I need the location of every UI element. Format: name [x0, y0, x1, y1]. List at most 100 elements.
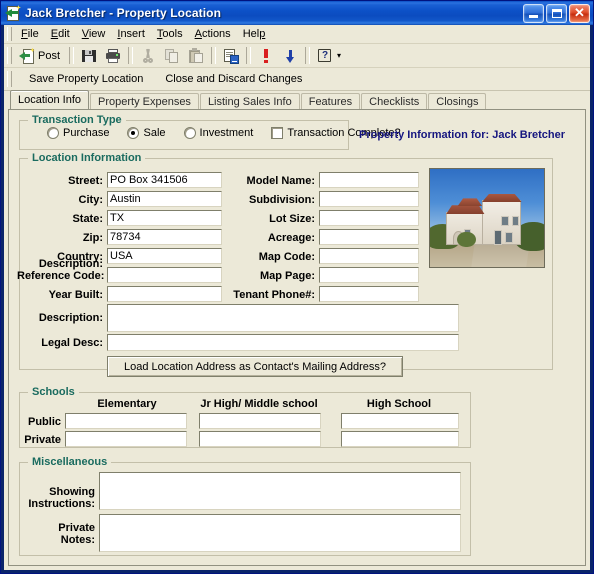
map-page-label: Map Page: [259, 270, 315, 282]
radio-sale[interactable] [127, 127, 140, 139]
public-jr-high-input[interactable] [199, 413, 321, 429]
subdivision-input[interactable] [319, 191, 419, 207]
radio-investment[interactable] [183, 127, 196, 139]
photo-window-3 [505, 231, 514, 244]
reference-code-input[interactable] [107, 267, 222, 283]
down-arrow-icon [282, 48, 298, 64]
save-floppy-icon [81, 48, 97, 64]
radio-sale-label[interactable]: Sale [143, 127, 165, 139]
checkbox-transaction-complete[interactable] [271, 127, 284, 139]
model-name-input[interactable] [319, 172, 419, 188]
photo-door [493, 229, 502, 246]
priority-button[interactable] [254, 44, 278, 67]
tab-location-info[interactable]: Location Info [10, 90, 89, 109]
photo-window-1 [500, 216, 509, 226]
transaction-type-title: Transaction Type [28, 114, 126, 126]
subdivision-label: Subdivision: [249, 194, 315, 206]
menu-actions[interactable]: Actions [189, 26, 237, 42]
help-button[interactable]: ? ▾ [313, 44, 345, 67]
toolbar-grip[interactable] [7, 47, 12, 64]
post-document-icon [5, 5, 21, 21]
copy-button[interactable] [160, 44, 184, 67]
save-button[interactable] [77, 44, 101, 67]
state-input[interactable]: TX [107, 210, 222, 226]
save-property-location-button[interactable]: Save Property Location [18, 69, 154, 89]
window-title: Jack Bretcher - Property Location [25, 6, 222, 20]
tab-property-expenses[interactable]: Property Expenses [90, 93, 199, 110]
cut-button[interactable] [136, 44, 160, 67]
private-jr-high-input[interactable] [199, 431, 321, 447]
copy-icon [164, 48, 180, 64]
street-input[interactable]: PO Box 341506 [107, 172, 222, 188]
radio-purchase[interactable] [47, 127, 59, 139]
tab-features[interactable]: Features [300, 93, 361, 110]
schools-column-elementary: Elementary [97, 398, 157, 410]
city-input[interactable]: Austin [107, 191, 222, 207]
application-window: Jack Bretcher - Property Location ✕ File… [0, 0, 594, 574]
street-label: Street: [68, 175, 103, 187]
lot-size-input[interactable] [319, 210, 419, 226]
chevron-down-icon[interactable]: ▾ [337, 51, 341, 60]
close-and-discard-button[interactable]: Close and Discard Changes [154, 69, 313, 89]
caption-buttons: ✕ [523, 3, 590, 23]
map-code-input[interactable] [319, 248, 419, 264]
menu-help[interactable]: Help [237, 26, 272, 42]
maximize-button[interactable] [546, 3, 567, 23]
menu-view[interactable]: View [76, 26, 112, 42]
city-label: City: [78, 194, 103, 206]
model-name-label: Model Name: [246, 175, 315, 187]
tab-listing-sales-info[interactable]: Listing Sales Info [199, 93, 300, 110]
paste-icon [188, 47, 204, 64]
showing-instructions-label-line1: Showing [49, 486, 95, 498]
private-notes-input[interactable] [99, 514, 461, 552]
legal-desc-input[interactable] [107, 334, 459, 351]
public-elementary-input[interactable] [65, 413, 187, 429]
private-elementary-input[interactable] [65, 431, 187, 447]
private-high-school-input[interactable] [341, 431, 459, 447]
zip-input[interactable]: 78734 [107, 229, 222, 245]
schools-row-public-label: Public [27, 416, 61, 428]
tenant-phone-input[interactable] [319, 286, 419, 302]
radio-purchase-label[interactable]: Purchase [63, 127, 109, 139]
title-bar[interactable]: Jack Bretcher - Property Location ✕ [1, 1, 593, 25]
menu-tools[interactable]: Tools [151, 26, 189, 42]
move-down-button[interactable] [278, 44, 302, 67]
menu-bar: File Edit View Insert Tools Actions Help [4, 25, 590, 44]
schools-column-high-school: High School [366, 398, 432, 410]
menu-file[interactable]: File [15, 26, 45, 42]
tab-checklists[interactable]: Checklists [361, 93, 428, 110]
zip-label: Zip: [82, 232, 103, 244]
reference-code-label: Reference Code: [17, 270, 105, 282]
description-label-2: Description: [38, 312, 103, 324]
toolbar-separator [211, 47, 217, 64]
map-page-input[interactable] [319, 267, 419, 283]
toolbar-separator [69, 47, 75, 64]
load-location-address-button[interactable]: Load Location Address as Contact's Maili… [107, 356, 403, 377]
description-input[interactable] [107, 304, 459, 332]
print-button[interactable] [101, 44, 125, 67]
acreage-input[interactable] [319, 229, 419, 245]
action-bar: Save Property Location Close and Discard… [4, 68, 590, 91]
tab-closings[interactable]: Closings [428, 93, 487, 110]
location-information-title: Location Information [28, 152, 146, 164]
photo-window-2 [512, 216, 519, 226]
close-button[interactable]: ✕ [569, 3, 590, 23]
toolbar-separator [305, 47, 311, 64]
radio-investment-label[interactable]: Investment [200, 127, 254, 139]
toolbar-separator [246, 47, 252, 64]
menu-edit[interactable]: Edit [45, 26, 76, 42]
menu-insert[interactable]: Insert [111, 26, 151, 42]
action-bar-grip[interactable] [7, 71, 12, 87]
scissors-icon [140, 48, 156, 64]
post-button[interactable]: Post [15, 44, 66, 67]
state-label: State: [72, 213, 103, 225]
minimize-button[interactable] [523, 3, 544, 23]
country-input[interactable]: USA [107, 248, 222, 264]
year-built-input[interactable] [107, 286, 222, 302]
showing-instructions-input[interactable] [99, 472, 461, 510]
exclamation-icon [258, 48, 274, 64]
public-high-school-input[interactable] [341, 413, 459, 429]
print-preview-button[interactable] [219, 44, 243, 67]
paste-button[interactable] [184, 44, 208, 67]
property-photo[interactable] [429, 168, 545, 268]
